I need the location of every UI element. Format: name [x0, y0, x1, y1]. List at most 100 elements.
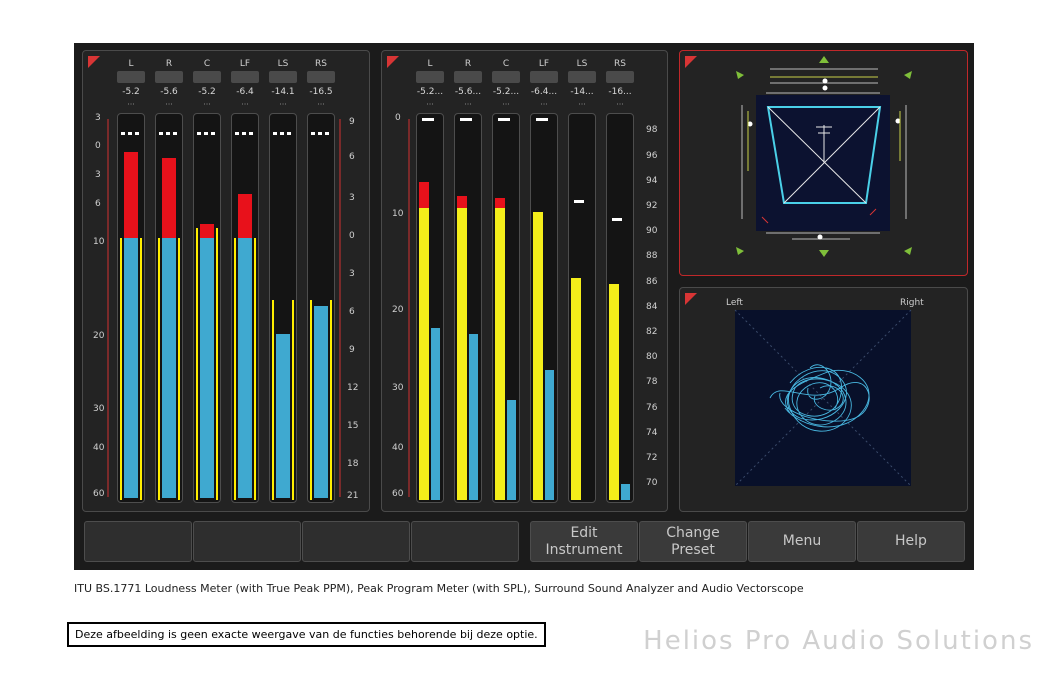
- loudness-bar: [314, 306, 328, 498]
- channel-reset-button[interactable]: [568, 71, 596, 83]
- meter-channel: [269, 113, 297, 503]
- level-marker: [330, 300, 332, 500]
- peak-value: -14.1: [271, 87, 295, 97]
- ellipsis: ···: [165, 100, 173, 109]
- scale-tick: 88: [646, 251, 658, 261]
- channel-reset-button[interactable]: [193, 71, 221, 83]
- peak-value: -16.5: [309, 87, 333, 97]
- channel-label: LS: [277, 59, 289, 69]
- scale-tick: 15: [347, 421, 359, 431]
- channel-label: LF: [538, 59, 550, 69]
- scale-tick: 78: [646, 377, 658, 387]
- ellipsis: ···: [279, 100, 287, 109]
- peak-bar-red: [457, 196, 467, 208]
- scale-tick: 60: [392, 489, 404, 499]
- level-marker: [178, 238, 180, 500]
- scale-tick: 3: [349, 193, 355, 203]
- level-marker: [254, 238, 256, 500]
- surround-analyzer-panel[interactable]: [679, 50, 968, 276]
- left-level-strip: [107, 119, 109, 497]
- channel-reset-button[interactable]: [492, 71, 520, 83]
- scale-tick: 40: [93, 443, 105, 453]
- channel-reset-button[interactable]: [117, 71, 145, 83]
- meter-channel: [492, 113, 520, 503]
- soft-key-3[interactable]: [302, 521, 410, 562]
- peak-value: -5.2...: [492, 87, 520, 97]
- scale-tick: 20: [392, 305, 404, 315]
- channel-reset-button[interactable]: [454, 71, 482, 83]
- edit-instrument-button[interactable]: Edit Instrument: [530, 521, 638, 562]
- true-peak-bar: [124, 152, 138, 238]
- channel-reset-button[interactable]: [530, 71, 558, 83]
- level-marker: [120, 238, 122, 500]
- channel-reset-button[interactable]: [231, 71, 259, 83]
- soft-key-2[interactable]: [193, 521, 301, 562]
- scale-tick: 92: [646, 201, 658, 211]
- peak-value: -16...: [608, 87, 632, 97]
- spl-bar-blue: [431, 328, 440, 500]
- channel-label: R: [165, 59, 173, 69]
- channel-reset-button[interactable]: [606, 71, 634, 83]
- channel-reset-button[interactable]: [269, 71, 297, 83]
- ellipsis: ···: [203, 100, 211, 109]
- peak-value: -5.2...: [416, 87, 444, 97]
- ppm-meter-panel[interactable]: L R C LF LS RS -5.2... -5.6... -5.2... -…: [381, 50, 668, 512]
- level-marker: [158, 238, 160, 500]
- scale-tick: 10: [392, 209, 404, 219]
- scale-tick: 6: [95, 199, 101, 209]
- channel-label: LS: [576, 59, 588, 69]
- loudness-meter-panel[interactable]: L R C LF LS RS -5.2 -5.6 -5.2 -6.4 -14.1…: [82, 50, 370, 512]
- peak-value: -5.6: [160, 87, 178, 97]
- scale-tick: 21: [347, 491, 359, 501]
- disclaimer-box: Deze afbeelding is geen exacte weergave …: [67, 622, 546, 647]
- scale-tick: 9: [349, 117, 355, 127]
- scale-tick: 74: [646, 428, 658, 438]
- peak-hold-marker: [121, 132, 141, 135]
- soft-key-1[interactable]: [84, 521, 192, 562]
- peak-bar-yellow: [419, 208, 429, 500]
- scale-tick: 94: [646, 176, 658, 186]
- scale-tick: 18: [347, 459, 359, 469]
- change-preset-button[interactable]: Change Preset: [639, 521, 747, 562]
- ellipsis: ···: [578, 100, 586, 109]
- peak-bar-yellow: [571, 278, 581, 500]
- scale-tick: 30: [93, 404, 105, 414]
- vectorscope-display: [734, 309, 912, 487]
- peak-bar-yellow: [495, 208, 505, 500]
- ellipsis: ···: [502, 100, 510, 109]
- meter-channel: [117, 113, 145, 503]
- help-button[interactable]: Help: [857, 521, 965, 562]
- channel-reset-button[interactable]: [155, 71, 183, 83]
- peak-bar-yellow: [457, 208, 467, 500]
- panel-menu-icon[interactable]: [88, 56, 100, 68]
- meter-channel: [307, 113, 335, 503]
- level-marker: [140, 238, 142, 500]
- channel-label: RS: [614, 59, 626, 69]
- vectorscope-panel[interactable]: Left Right: [679, 287, 968, 512]
- loudness-bar: [124, 238, 138, 498]
- ellipsis: ···: [317, 100, 325, 109]
- channel-label: L: [427, 59, 433, 69]
- scale-tick: 3: [95, 113, 101, 123]
- channel-reset-button[interactable]: [307, 71, 335, 83]
- scale-tick: 9: [349, 345, 355, 355]
- meter-channel: [193, 113, 221, 503]
- peak-value: -14...: [570, 87, 594, 97]
- menu-button[interactable]: Menu: [748, 521, 856, 562]
- channel-reset-button[interactable]: [416, 71, 444, 83]
- peak-hold-marker: [235, 132, 255, 135]
- soft-key-4[interactable]: [411, 521, 519, 562]
- left-level-strip: [408, 119, 410, 497]
- peak-hold-marker: [159, 132, 179, 135]
- spl-bar-blue: [469, 334, 478, 500]
- true-peak-bar: [238, 194, 252, 238]
- scale-tick: 60: [93, 489, 105, 499]
- channel-label: C: [203, 59, 211, 69]
- ellipsis: ···: [616, 100, 624, 109]
- peak-hold-marker: [574, 200, 584, 203]
- level-marker: [292, 300, 294, 500]
- peak-value: -5.2: [198, 87, 216, 97]
- scale-tick: 40: [392, 443, 404, 453]
- meter-channel: [155, 113, 183, 503]
- panel-menu-icon[interactable]: [387, 56, 399, 68]
